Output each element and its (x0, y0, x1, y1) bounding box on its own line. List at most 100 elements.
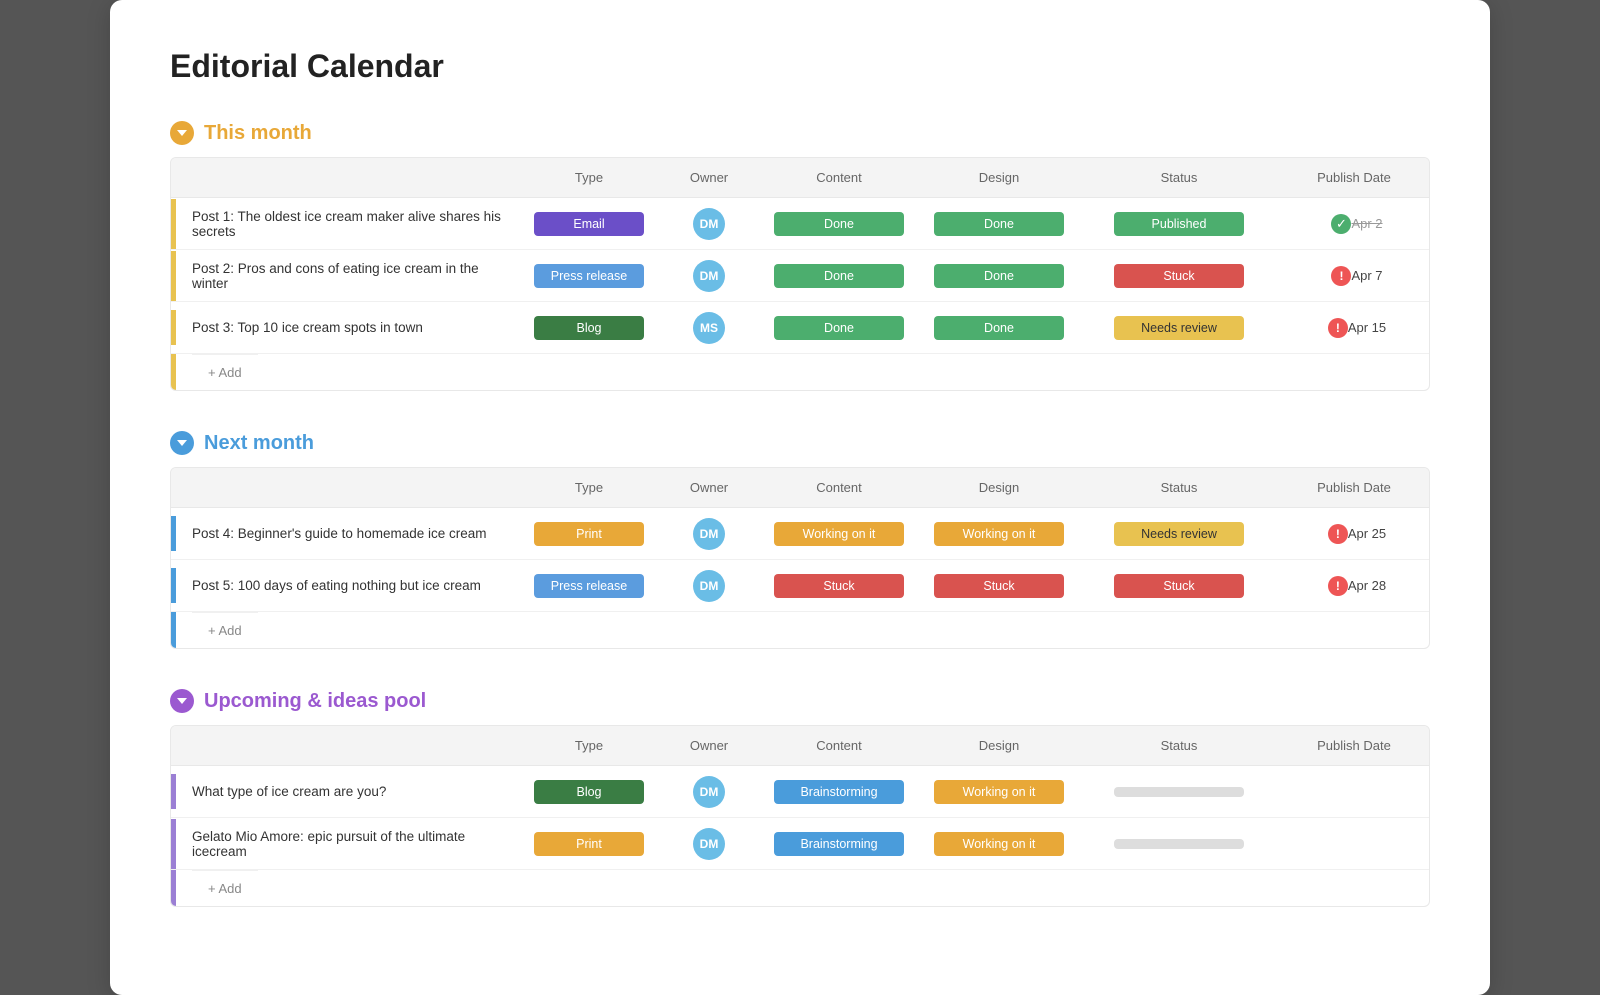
publish-date: Apr 28 (1348, 578, 1386, 593)
section-chevron-icon[interactable] (170, 689, 194, 713)
design-badge[interactable]: Done (934, 264, 1064, 288)
design-cell: Working on it (919, 826, 1079, 862)
col-header-type: Type (519, 734, 659, 757)
status-badge[interactable]: Stuck (1114, 574, 1244, 598)
content-badge[interactable]: Brainstorming (774, 832, 904, 856)
content-badge[interactable]: Working on it (774, 522, 904, 546)
status-cell: Published (1079, 206, 1279, 242)
alert-icon: ! (1328, 576, 1348, 596)
section-upcoming: Upcoming & ideas pool TypeOwnerContentDes… (170, 689, 1430, 907)
section-title: This month (204, 122, 312, 145)
col-header-publish-date: Publish Date (1279, 734, 1429, 757)
add-row-button[interactable]: + Add (192, 870, 258, 906)
design-badge[interactable]: Stuck (934, 574, 1064, 598)
row-title: Gelato Mio Amore: epic pursuit of the ul… (176, 819, 519, 869)
check-icon: ✓ (1331, 214, 1351, 234)
publish-date: Apr 15 (1348, 320, 1386, 335)
design-badge[interactable]: Working on it (934, 832, 1064, 856)
table-row: Post 4: Beginner's guide to homemade ice… (171, 508, 1429, 560)
design-badge[interactable]: Working on it (934, 780, 1064, 804)
design-badge[interactable]: Done (934, 212, 1064, 236)
section-chevron-icon[interactable] (170, 431, 194, 455)
col-header-status: Status (1079, 476, 1279, 499)
owner-cell: DM (659, 254, 759, 298)
type-badge[interactable]: Print (534, 832, 644, 856)
table-container: TypeOwnerContentDesignStatusPublish Date… (170, 725, 1430, 907)
status-cell: Stuck (1079, 568, 1279, 604)
publish-date: Apr 2 (1351, 216, 1382, 231)
status-badge[interactable]: Needs review (1114, 522, 1244, 546)
section-chevron-icon[interactable] (170, 121, 194, 145)
status-badge[interactable]: Stuck (1114, 264, 1244, 288)
table-header: TypeOwnerContentDesignStatusPublish Date (171, 726, 1429, 766)
content-cell: Done (759, 258, 919, 294)
content-badge[interactable]: Done (774, 212, 904, 236)
col-header-owner: Owner (659, 734, 759, 757)
design-cell: Stuck (919, 568, 1079, 604)
publish-date-cell (1279, 786, 1429, 798)
content-cell: Brainstorming (759, 774, 919, 810)
content-badge[interactable]: Brainstorming (774, 780, 904, 804)
type-badge[interactable]: Blog (534, 780, 644, 804)
col-header-publish-date: Publish Date (1279, 476, 1429, 499)
row-title: Post 5: 100 days of eating nothing but i… (176, 568, 489, 603)
table-row: Post 2: Pros and cons of eating ice crea… (171, 250, 1429, 302)
add-row-button[interactable]: + Add (192, 354, 258, 390)
table-row: Post 1: The oldest ice cream maker alive… (171, 198, 1429, 250)
type-badge[interactable]: Press release (534, 264, 644, 288)
section-header: Upcoming & ideas pool (170, 689, 1430, 713)
owner-cell: DM (659, 202, 759, 246)
row-title: Post 4: Beginner's guide to homemade ice… (176, 516, 495, 551)
publish-date: Apr 25 (1348, 526, 1386, 541)
col-header-title (171, 166, 519, 189)
avatar: DM (693, 260, 725, 292)
col-header-content: Content (759, 476, 919, 499)
content-badge[interactable]: Done (774, 264, 904, 288)
row-title: Post 3: Top 10 ice cream spots in town (176, 310, 431, 345)
section-header: This month (170, 121, 1430, 145)
table-row: Gelato Mio Amore: epic pursuit of the ul… (171, 818, 1429, 870)
table-row: What type of ice cream are you?BlogDMBra… (171, 766, 1429, 818)
publish-date-cell: !Apr 7 (1279, 260, 1429, 292)
publish-date-cell (1279, 838, 1429, 850)
add-row-wrapper: + Add (171, 354, 1429, 390)
type-badge[interactable]: Press release (534, 574, 644, 598)
type-cell: Print (519, 516, 659, 552)
alert-icon: ! (1328, 318, 1348, 338)
status-badge[interactable] (1114, 787, 1244, 797)
status-cell: Stuck (1079, 258, 1279, 294)
section-next-month: Next monthTypeOwnerContentDesignStatusPu… (170, 431, 1430, 649)
status-badge[interactable] (1114, 839, 1244, 849)
col-header-title (171, 734, 519, 757)
avatar: DM (693, 776, 725, 808)
add-row-button[interactable]: + Add (192, 612, 258, 648)
row-title: Post 1: The oldest ice cream maker alive… (176, 199, 519, 249)
col-header-type: Type (519, 166, 659, 189)
status-cell: Needs review (1079, 310, 1279, 346)
col-header-design: Design (919, 734, 1079, 757)
col-header-content: Content (759, 166, 919, 189)
title-cell: Post 2: Pros and cons of eating ice crea… (171, 251, 519, 301)
type-badge[interactable]: Email (534, 212, 644, 236)
section-this-month: This monthTypeOwnerContentDesignStatusPu… (170, 121, 1430, 391)
content-cell: Working on it (759, 516, 919, 552)
publish-date-cell: !Apr 15 (1279, 312, 1429, 344)
col-header-title (171, 476, 519, 499)
status-cell: Needs review (1079, 516, 1279, 552)
design-cell: Working on it (919, 774, 1079, 810)
status-badge[interactable]: Needs review (1114, 316, 1244, 340)
status-cell (1079, 833, 1279, 855)
type-cell: Press release (519, 568, 659, 604)
owner-cell: DM (659, 770, 759, 814)
alert-icon: ! (1331, 266, 1351, 286)
avatar: DM (693, 518, 725, 550)
content-badge[interactable]: Stuck (774, 574, 904, 598)
type-badge[interactable]: Blog (534, 316, 644, 340)
status-badge[interactable]: Published (1114, 212, 1244, 236)
content-cell: Brainstorming (759, 826, 919, 862)
type-badge[interactable]: Print (534, 522, 644, 546)
col-header-publish-date: Publish Date (1279, 166, 1429, 189)
design-badge[interactable]: Working on it (934, 522, 1064, 546)
content-badge[interactable]: Done (774, 316, 904, 340)
design-badge[interactable]: Done (934, 316, 1064, 340)
